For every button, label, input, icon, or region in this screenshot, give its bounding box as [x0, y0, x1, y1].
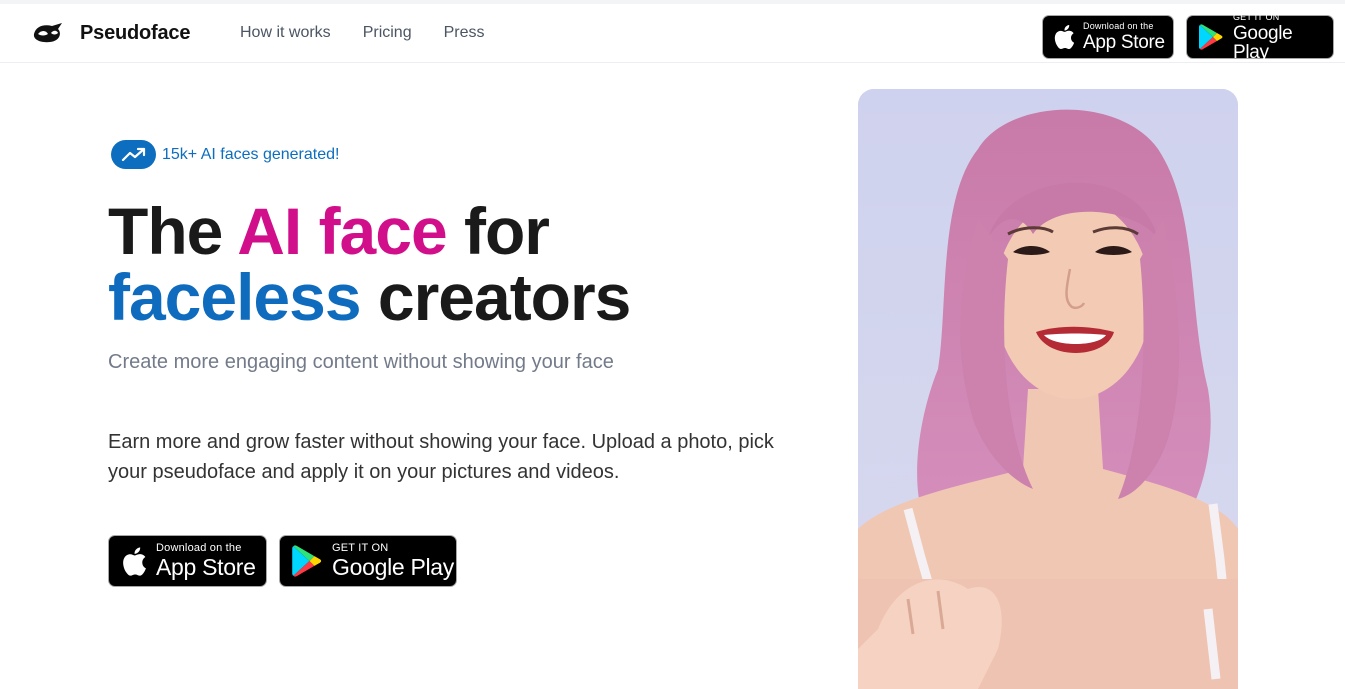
hero-portrait-image [858, 89, 1238, 689]
hero-body: Earn more and grow faster without showin… [108, 431, 774, 483]
google-play-icon [292, 545, 322, 577]
portrait-illustration [858, 89, 1238, 689]
google-play-icon [1199, 24, 1223, 50]
site-header: Pseudoface How it works Pricing Press Do… [0, 0, 1345, 63]
brand-logo-link[interactable]: Pseudoface [32, 21, 190, 45]
app-store-small-label: Download on the [156, 542, 242, 554]
hero-headline: The AI face for faceless creators [108, 198, 631, 330]
nav-pricing[interactable]: Pricing [363, 24, 412, 42]
hero-app-store-button[interactable]: Download on the App Store [108, 535, 267, 587]
headline-part1: The [108, 194, 238, 268]
app-store-big-label: App Store [1083, 32, 1165, 53]
headline-highlight-faceless: faceless [108, 260, 362, 334]
apple-icon [123, 546, 146, 576]
hero-google-play-button[interactable]: GET IT ON Google Play [279, 535, 457, 587]
badge-pill [111, 140, 156, 169]
headline-highlight-ai-face: AI face [237, 194, 447, 268]
header-app-store-button[interactable]: Download on the App Store [1042, 15, 1174, 59]
pseudoface-logo-icon [33, 23, 62, 43]
google-play-big-label: Google Play [332, 554, 454, 580]
headline-part3: creators [360, 260, 631, 334]
app-store-small-label: Download on the [1083, 21, 1154, 31]
apple-icon [1054, 25, 1075, 50]
google-play-small-label: GET IT ON [1232, 11, 1280, 22]
google-play-small-label: GET IT ON [332, 542, 389, 554]
trend-up-icon [121, 147, 145, 161]
generated-count-badge: 15k+ AI faces generated! [111, 140, 339, 169]
brand-name: Pseudoface [80, 21, 191, 44]
headline-part2: for [446, 194, 550, 268]
main-nav: How it works Pricing Press [240, 24, 485, 42]
hero-subtitle: Create more engaging content without sho… [108, 351, 614, 373]
nav-how-it-works[interactable]: How it works [240, 24, 331, 42]
badge-text: 15k+ AI faces generated! [162, 145, 340, 163]
nav-press[interactable]: Press [444, 24, 485, 42]
google-play-big-label: Google Play [1232, 22, 1293, 63]
header-google-play-button[interactable]: GET IT ON Google Play [1186, 11, 1334, 63]
app-store-big-label: App Store [156, 554, 256, 580]
